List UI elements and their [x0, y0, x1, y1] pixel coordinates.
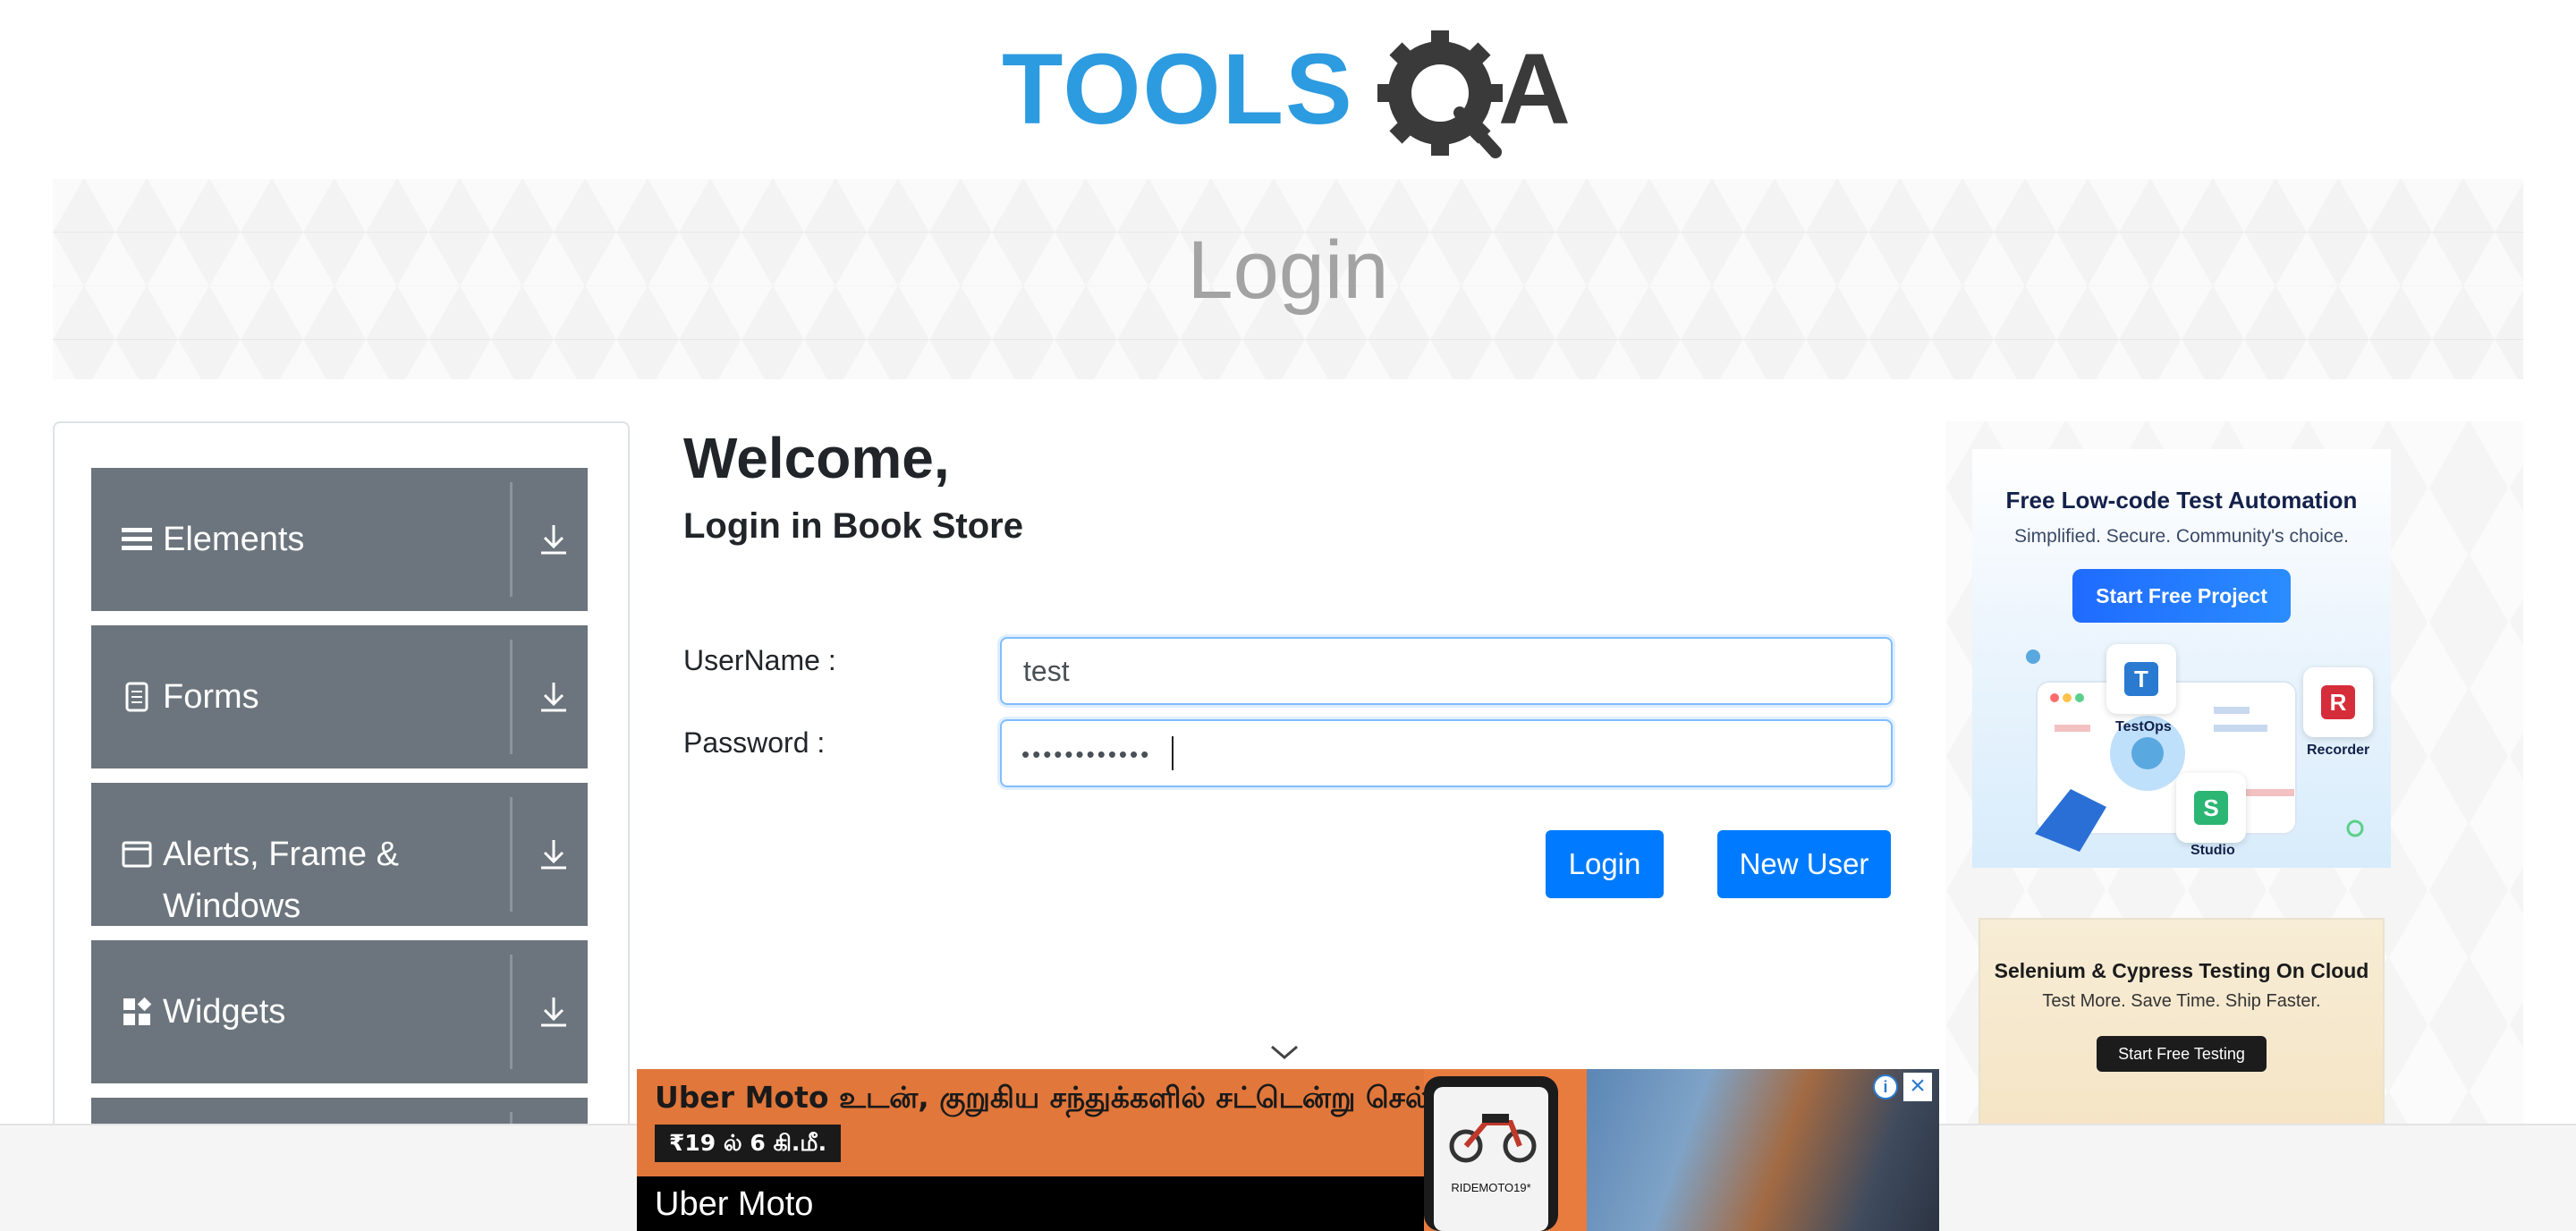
hamburger-icon	[122, 528, 152, 550]
testops-tile: T	[2106, 644, 2176, 714]
window-icon	[122, 841, 152, 868]
sidebar-group-label: Widgets	[163, 993, 286, 1031]
sidebar-group-label: Elements	[163, 521, 305, 558]
svg-text:T: T	[2134, 666, 2148, 692]
motorbike-icon	[1449, 1114, 1537, 1163]
studio-tile: S	[2176, 773, 2246, 843]
toolsqa-logo[interactable]: TOOLS A	[1002, 23, 1583, 166]
ad-subtitle: Simplified. Secure. Community's choice.	[2014, 526, 2349, 547]
page-banner: Login	[53, 179, 2523, 379]
divider	[510, 640, 513, 754]
sidebar-group-alerts-frame-windows[interactable]: Alerts, Frame & Windows	[91, 783, 588, 926]
chevron-down-icon[interactable]	[1268, 1041, 1301, 1063]
ad-brand: Uber Moto	[655, 1185, 814, 1223]
text-caret	[1172, 736, 1174, 770]
start-free-testing-button[interactable]: Start Free Testing	[2097, 1036, 2267, 1072]
sidebar-group-elements[interactable]: Elements	[91, 468, 588, 611]
login-button[interactable]: Login	[1546, 830, 1664, 898]
tile-label: TestOps	[2115, 719, 2172, 734]
page-title: Login	[1187, 225, 1389, 316]
download-icon[interactable]	[538, 681, 570, 713]
sidebar-group-label: Alerts, Frame & Windows	[163, 836, 399, 925]
testops-logo-icon: T	[2124, 662, 2158, 696]
close-icon[interactable]: ×	[1903, 1073, 1932, 1101]
start-free-project-button[interactable]: Start Free Project	[2072, 569, 2291, 623]
download-icon[interactable]	[538, 838, 570, 870]
new-user-button[interactable]: New User	[1717, 830, 1891, 898]
tile-label: Recorder	[2307, 743, 2370, 758]
ad-title: Free Low-code Test Automation	[2005, 487, 2358, 514]
sidebar-group-widgets[interactable]: Widgets	[91, 940, 588, 1083]
login-subheading: Login in Book Store	[683, 506, 1023, 546]
left-sidebar: Elements Forms Alerts, Frame & Windows W…	[53, 421, 630, 1191]
sidebar-group-label: Forms	[163, 678, 259, 716]
recorder-logo-icon: R	[2321, 685, 2355, 719]
password-masked-value: ••••••••••••	[1021, 741, 1152, 768]
ad-low-code-automation[interactable]: Free Low-code Test Automation Simplified…	[1972, 449, 2391, 868]
sidebar-group-forms[interactable]: Forms	[91, 625, 588, 768]
welcome-heading: Welcome,	[683, 426, 950, 490]
studio-logo-icon: S	[2194, 791, 2228, 825]
ad-subtitle: Test More. Save Time. Ship Faster.	[2042, 991, 2321, 1011]
svg-text:A: A	[1498, 33, 1571, 145]
divider	[510, 482, 513, 597]
info-icon[interactable]: i	[1873, 1074, 1898, 1099]
svg-text:R: R	[2330, 689, 2347, 716]
svg-text:S: S	[2203, 794, 2218, 821]
username-input[interactable]	[1000, 637, 1893, 705]
logo-text: TOOLS	[1002, 33, 1354, 145]
divider	[510, 955, 513, 1069]
widgets-icon	[123, 997, 152, 1025]
gear-icon	[1377, 30, 1503, 158]
uber-moto-ad[interactable]: Uber Moto உடன், குறுகிய சந்துக்களில் சட்…	[637, 1069, 1939, 1231]
username-label: UserName :	[683, 644, 836, 676]
phone-screen	[1434, 1087, 1548, 1231]
download-icon[interactable]	[538, 523, 570, 556]
recorder-tile: R	[2303, 667, 2373, 737]
divider	[510, 797, 513, 912]
ad-headline: Uber Moto உடன், குறுகிய சந்துக்களில் சட்…	[655, 1080, 1543, 1115]
ad-promo-code: RIDEMOTO19*	[1451, 1181, 1531, 1194]
ad-price-tag: ₹19 ல் 6 கி.மீ.	[655, 1125, 842, 1162]
password-label: Password :	[683, 726, 826, 759]
download-icon[interactable]	[538, 996, 570, 1028]
document-icon	[125, 682, 148, 712]
ad-title: Selenium & Cypress Testing On Cloud	[1994, 959, 2369, 982]
tile-label: Studio	[2190, 843, 2235, 858]
